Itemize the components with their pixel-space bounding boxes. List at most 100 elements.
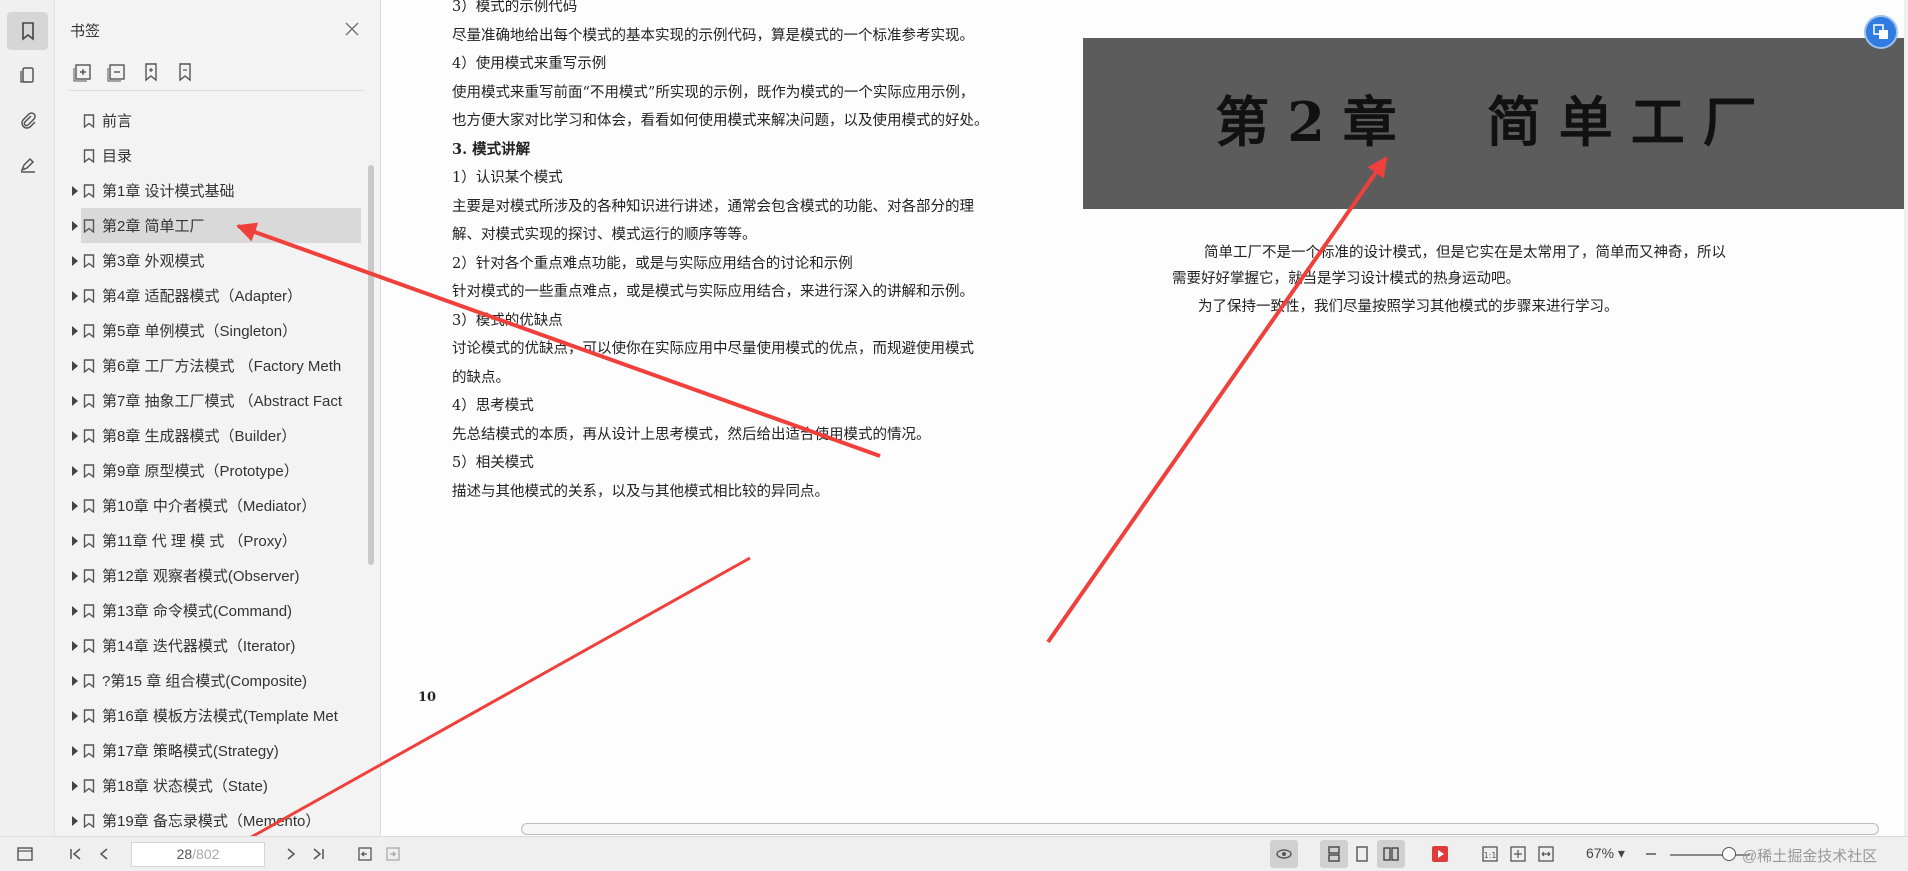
first-page-icon[interactable] [67, 845, 85, 863]
bookmark-item[interactable]: 第8章 生成器模式（Builder） [55, 418, 361, 453]
text-line: 5）相关模式 [452, 455, 534, 471]
bookmark-item[interactable]: 第17章 策略模式(Strategy) [55, 733, 361, 768]
expand-arrow-icon[interactable] [70, 430, 80, 442]
bookmark-panel-button[interactable] [7, 12, 48, 50]
collapse-all-icon[interactable] [107, 62, 127, 82]
bookmark-label: 第9章 原型模式（Prototype） [102, 463, 299, 480]
pages-icon [19, 67, 34, 83]
status-bar: 28/802 1:1 67% ▾ @稀土掘金技术社区 [0, 836, 1908, 871]
bookmark-icon [83, 778, 95, 793]
bookmark-label: 第1章 设计模式基础 [102, 183, 235, 200]
bookmark-label: 第7章 抽象工厂模式 （Abstract Fact [102, 393, 343, 410]
bookmark-item[interactable]: 目录 [55, 138, 361, 173]
bookmark-item[interactable]: 第12章 观察者模式(Observer) [55, 558, 361, 593]
expand-arrow-icon[interactable] [70, 325, 80, 337]
vertical-scrollbar[interactable] [1904, 0, 1908, 836]
zoom-slider[interactable] [1670, 854, 1750, 856]
text-line: 简单工厂不是一个标准的设计模式，但是它实在是太常用了，简单而又神奇，所以 [1204, 245, 1726, 261]
bookmark-item[interactable]: 第5章 单例模式（Singleton） [55, 313, 361, 348]
bookmark-item[interactable]: 第18章 状态模式（State) [55, 768, 361, 803]
text-line: 4）思考模式 [452, 398, 534, 414]
bookmark-item[interactable]: 第1章 设计模式基础 [55, 173, 361, 208]
document-viewport: 3）模式的示例代码 尽量准确地给出每个模式的基本实现的示例代码，算是模式的一个标准… [381, 0, 1908, 836]
expand-arrow-icon[interactable] [70, 185, 80, 197]
expand-arrow-icon[interactable] [70, 500, 80, 512]
expand-arrow-icon[interactable] [70, 570, 80, 582]
bookmark-label: 第5章 单例模式（Singleton） [102, 323, 298, 340]
bookmark-item[interactable]: 第4章 适配器模式（Adapter） [55, 278, 361, 313]
bookmark-item[interactable]: 前言 [55, 103, 361, 138]
two-page-icon[interactable] [1382, 845, 1400, 863]
bookmark-icon [83, 603, 95, 618]
bookmark-item[interactable]: 第13章 命令模式(Command) [55, 593, 361, 628]
bookmark-item[interactable]: 第6章 工厂方法模式 （Factory Meth [55, 348, 361, 383]
continuous-view-icon[interactable] [1325, 845, 1343, 863]
expand-arrow-icon[interactable] [70, 745, 80, 757]
bookmark-item[interactable]: 第10章 中介者模式（Mediator） [55, 488, 361, 523]
expand-arrow-icon[interactable] [70, 535, 80, 547]
sidebar-toggle-icon[interactable] [16, 845, 34, 863]
previous-page-icon[interactable] [96, 845, 114, 863]
bookmark-toolbar [73, 62, 195, 82]
attachments-panel-button[interactable] [7, 101, 48, 139]
text-line: 3. 模式讲解 [452, 140, 531, 158]
add-bookmark-icon[interactable] [141, 62, 161, 82]
bookmark-label: 第14章 迭代器模式（Iterator) [102, 638, 296, 655]
remove-bookmark-icon[interactable] [175, 62, 195, 82]
fit-page-icon[interactable] [1509, 845, 1527, 863]
expand-arrow-icon[interactable] [70, 640, 80, 652]
text-line: 的缺点。 [452, 369, 510, 386]
horizontal-scrollbar[interactable] [521, 823, 1879, 835]
panel-scrollbar[interactable] [368, 165, 374, 565]
thumbnail-panel-button[interactable] [7, 56, 48, 94]
bookmark-item[interactable]: 第2章 简单工厂 [55, 208, 361, 243]
bookmark-label: ?第15 章 组合模式(Composite) [102, 673, 308, 690]
total-pages: /802 [192, 846, 220, 862]
bookmark-label: 第13章 命令模式(Command) [102, 603, 293, 620]
divider [69, 90, 364, 91]
page-number-input[interactable]: 28/802 [131, 842, 265, 867]
single-page-icon[interactable] [1353, 845, 1371, 863]
last-page-icon[interactable] [309, 845, 327, 863]
bookmark-item[interactable]: ?第15 章 组合模式(Composite) [55, 663, 361, 698]
bookmark-item[interactable]: 第7章 抽象工厂模式 （Abstract Fact [55, 383, 361, 418]
expand-all-icon[interactable] [73, 62, 93, 82]
eye-protection-icon[interactable] [1275, 845, 1293, 863]
expand-arrow-icon[interactable] [70, 395, 80, 407]
expand-arrow-icon[interactable] [70, 465, 80, 477]
bookmark-label: 第2章 简单工厂 [102, 218, 205, 235]
expand-arrow-icon[interactable] [70, 815, 80, 827]
bookmark-label: 第18章 状态模式（State) [102, 778, 268, 795]
fit-width-icon[interactable] [1537, 845, 1555, 863]
bookmark-item[interactable]: 第19章 备忘录模式（Memento） [55, 803, 361, 838]
bookmark-item[interactable]: 第16章 模板方法模式(Template Met [55, 698, 361, 733]
zoom-level[interactable]: 67% ▾ [1586, 845, 1625, 862]
bookmark-item[interactable]: 第14章 迭代器模式（Iterator) [55, 628, 361, 663]
left-icon-rail [0, 0, 55, 836]
bookmark-label: 第16章 模板方法模式(Template Met [102, 708, 338, 725]
actual-size-icon[interactable]: 1:1 [1481, 845, 1499, 863]
bookmark-item[interactable]: 第11章 代 理 模 式 （Proxy） [55, 523, 361, 558]
expand-arrow-icon[interactable] [70, 255, 80, 267]
bookmark-icon [83, 148, 95, 163]
expand-arrow-icon[interactable] [70, 710, 80, 722]
expand-arrow-icon[interactable] [70, 360, 80, 372]
bookmark-item[interactable]: 第3章 外观模式 [55, 243, 361, 278]
zoom-slider-handle[interactable] [1722, 847, 1736, 861]
bookmark-item[interactable]: 第9章 原型模式（Prototype） [55, 453, 361, 488]
expand-arrow-icon[interactable] [70, 290, 80, 302]
floating-action-button[interactable] [1864, 15, 1898, 49]
expand-arrow-icon[interactable] [70, 675, 80, 687]
expand-arrow-icon[interactable] [70, 780, 80, 792]
forward-view-icon[interactable] [384, 845, 402, 863]
expand-arrow-icon[interactable] [70, 605, 80, 617]
back-view-icon[interactable] [356, 845, 374, 863]
close-icon[interactable] [343, 20, 361, 38]
zoom-out-icon[interactable] [1642, 845, 1660, 863]
play-icon[interactable] [1431, 845, 1449, 863]
bookmark-label: 第12章 观察者模式(Observer) [102, 568, 300, 585]
expand-arrow-icon[interactable] [70, 220, 80, 232]
text-line: 先总结模式的本质，再从设计上思考模式，然后给出适合使用模式的情况。 [452, 426, 931, 443]
signature-panel-button[interactable] [7, 146, 48, 184]
next-page-icon[interactable] [281, 845, 299, 863]
